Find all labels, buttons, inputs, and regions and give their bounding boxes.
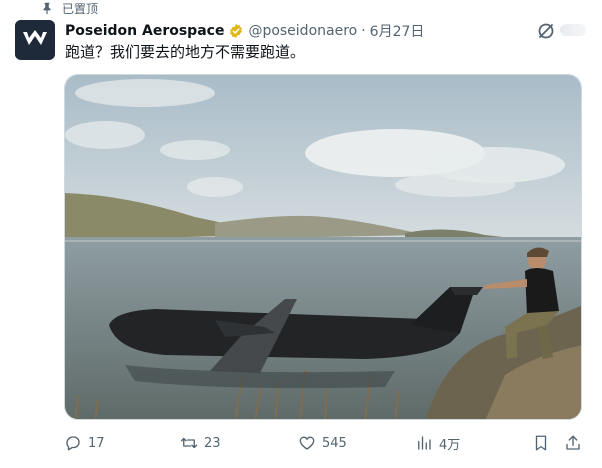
- like-count: 545: [322, 435, 347, 451]
- w-logo-icon: [15, 20, 55, 60]
- bookmark-button[interactable]: [532, 430, 550, 456]
- verified-badge-icon[interactable]: [228, 23, 244, 39]
- reply-icon: [66, 436, 80, 451]
- tweet-actions: 17 23 545 4万: [64, 430, 586, 456]
- tweet-media[interactable]: [64, 74, 582, 420]
- avatar[interactable]: [15, 20, 55, 60]
- reply-button[interactable]: 17: [64, 430, 105, 456]
- repost-count: 23: [204, 435, 221, 451]
- like-button[interactable]: 545: [298, 430, 347, 456]
- share-button[interactable]: [564, 430, 582, 456]
- seaplane-photo: [65, 75, 581, 419]
- pinned-label: 已置顶: [62, 1, 99, 16]
- analytics-icon: [418, 436, 431, 450]
- views-count: 4万: [439, 437, 461, 453]
- reply-count: 17: [88, 435, 105, 451]
- repost-icon: [180, 437, 198, 449]
- author-name[interactable]: Poseidon Aerospace: [65, 23, 224, 39]
- separator: ·: [361, 23, 366, 39]
- tweet-text: 跑道？我们要去的地方不需要跑道。: [65, 43, 306, 61]
- repost-button[interactable]: 23: [180, 430, 221, 456]
- grok-icon[interactable]: [536, 22, 558, 40]
- heart-icon: [299, 436, 315, 450]
- more-menu-button[interactable]: [560, 24, 586, 36]
- tweet-date[interactable]: 6月27日: [370, 21, 425, 41]
- author-handle[interactable]: @poseidonaero: [248, 23, 357, 39]
- views-button[interactable]: 4万: [415, 430, 460, 456]
- share-icon: [566, 435, 580, 450]
- pin-icon: [40, 1, 54, 15]
- tweet-header: Poseidon Aerospace @poseidonaero · 6月27日: [65, 21, 424, 41]
- bookmark-icon: [535, 435, 547, 451]
- pinned-indicator: 已置顶: [40, 0, 98, 16]
